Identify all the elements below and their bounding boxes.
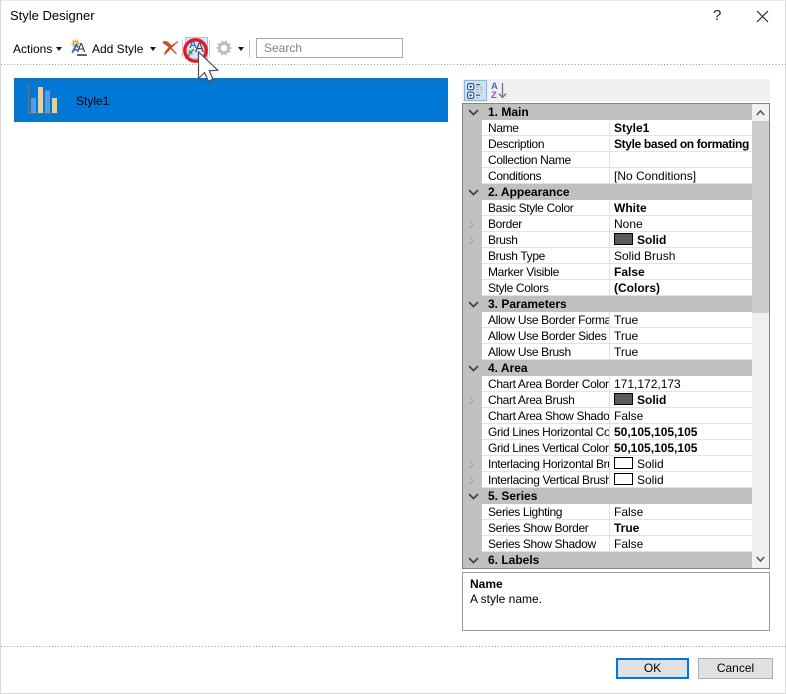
svg-text:A: A xyxy=(77,41,86,55)
